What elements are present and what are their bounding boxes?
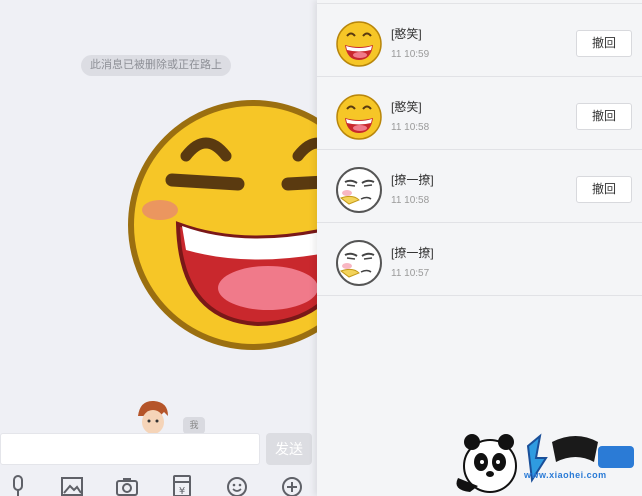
send-button[interactable]: 发送 bbox=[266, 433, 312, 465]
red-packet-icon[interactable]: ¥ bbox=[170, 474, 194, 496]
grinning-face-icon bbox=[336, 94, 382, 140]
microphone-icon[interactable] bbox=[6, 474, 30, 496]
list-item-name: [憨笑] bbox=[391, 100, 422, 114]
revoke-button[interactable]: 撤回 bbox=[576, 30, 632, 57]
recall-notice: 此消息已被删除或正在路上 bbox=[81, 55, 231, 76]
list-item-time: 11 10:58 bbox=[391, 122, 430, 133]
list-item-time: 11 10:58 bbox=[391, 195, 430, 206]
list-item: [撩一撩] 11 10:57 bbox=[317, 223, 642, 296]
flirty-face-icon bbox=[336, 240, 382, 286]
list-item-time: 11 10:57 bbox=[391, 268, 430, 279]
list-item: [撩一撩] 11 10:58 撤回 bbox=[317, 150, 642, 223]
svg-text:¥: ¥ bbox=[179, 486, 185, 496]
list-item-name: [撩一撩] bbox=[391, 246, 434, 260]
input-row: 发送 bbox=[0, 430, 318, 466]
revoke-button[interactable]: 撤回 bbox=[576, 176, 632, 203]
grinning-face-icon bbox=[336, 21, 382, 67]
panda-logo bbox=[456, 433, 634, 493]
image-icon[interactable] bbox=[60, 474, 84, 496]
message-input[interactable] bbox=[0, 433, 260, 465]
chat-area: 此消息已被删除或正在路上 我 发送 ¥ bbox=[0, 0, 318, 496]
input-toolbar: ¥ bbox=[0, 470, 318, 496]
flirty-face-icon bbox=[336, 167, 382, 213]
recall-panel: [憨笑] 11 10:59 撤回 [憨笑] 11 10:58 撤回 [撩一撩] … bbox=[317, 0, 642, 496]
watermark-text: www.xiaohei.com bbox=[524, 470, 607, 480]
emoji-icon[interactable] bbox=[225, 474, 249, 496]
list-item-name: [撩一撩] bbox=[391, 173, 434, 187]
revoke-button[interactable]: 撤回 bbox=[576, 103, 632, 130]
list-item-name: [憨笑] bbox=[391, 27, 422, 41]
list-item-time: 11 10:59 bbox=[391, 49, 430, 60]
list-item: [憨笑] 11 10:58 撤回 bbox=[317, 77, 642, 150]
camera-icon[interactable] bbox=[115, 474, 139, 496]
list-item: [憨笑] 11 10:59 撤回 bbox=[317, 4, 642, 77]
plus-icon[interactable] bbox=[280, 474, 304, 496]
grinning-face-icon bbox=[128, 100, 318, 350]
